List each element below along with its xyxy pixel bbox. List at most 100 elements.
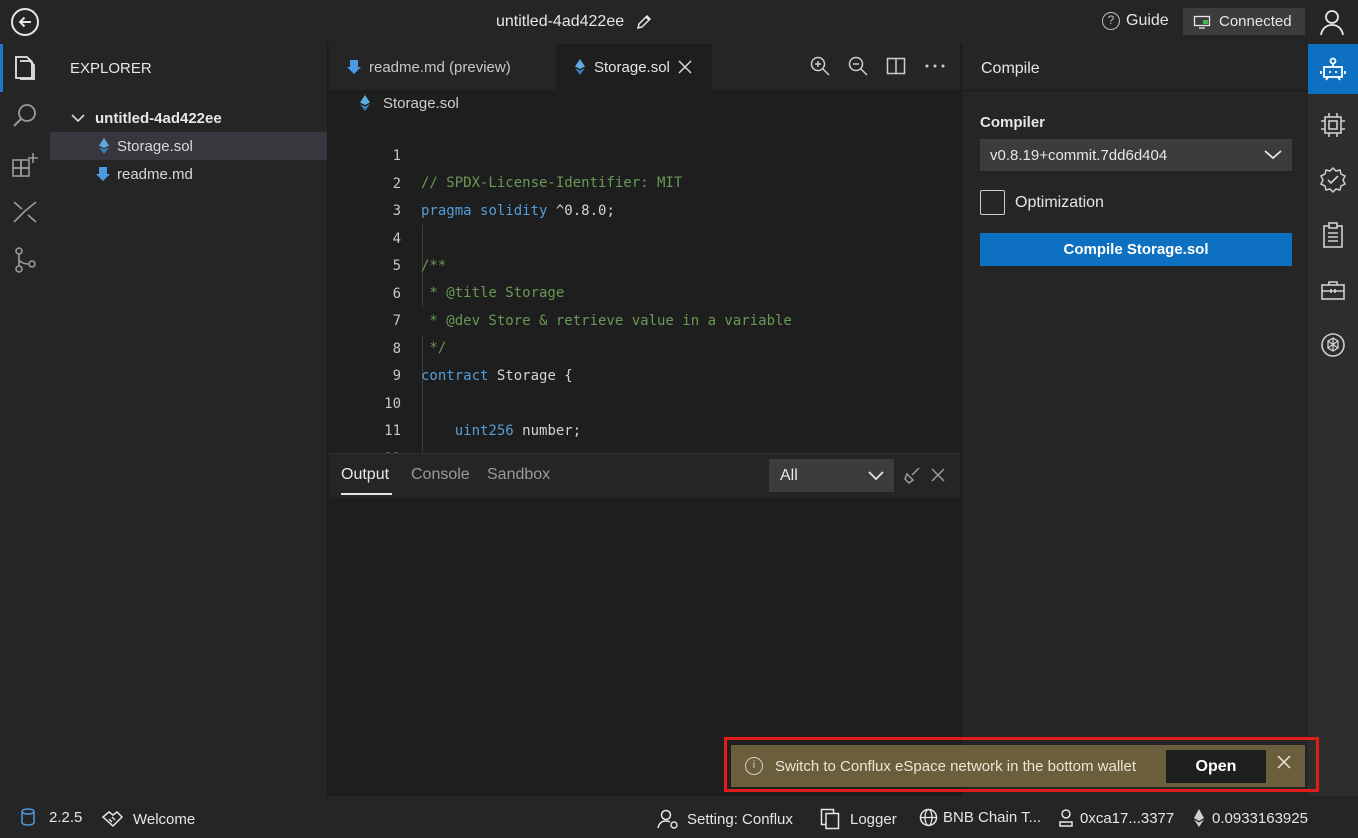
compile-tool[interactable] (1308, 44, 1358, 94)
solidity-file-icon (99, 138, 109, 154)
network-selector[interactable]: BNB Chain T... (919, 808, 1041, 827)
solidity-file-icon (575, 59, 585, 75)
guide-link[interactable]: ? Guide (1102, 12, 1169, 30)
extensions-activity[interactable] (0, 140, 50, 188)
logger-button[interactable]: Logger (820, 808, 897, 830)
account-label: 0xca17...3377 (1080, 809, 1175, 827)
toolbox-tool[interactable] (1308, 265, 1358, 315)
notification-message: Switch to Conflux eSpace network in the … (775, 758, 1137, 775)
handshake-icon (101, 811, 123, 828)
log-filter-select[interactable]: All (769, 459, 894, 492)
extensions-icon (12, 153, 38, 177)
project-folder[interactable]: untitled-4ad422ee (50, 104, 327, 132)
compiler-version-select[interactable]: v0.8.19+commit.7dd6d404 (980, 139, 1292, 171)
breadcrumb: Storage.sol (359, 94, 459, 112)
optimization-label: Optimization (1015, 194, 1104, 211)
chevron-down-icon (1264, 150, 1282, 160)
tab-readme-preview[interactable]: readme.md (preview) (329, 44, 556, 90)
file-item[interactable]: readme.md (50, 160, 327, 188)
deploy-tool[interactable] (1308, 100, 1358, 150)
activity-bar (0, 44, 50, 796)
compile-button[interactable]: Compile Storage.sol (980, 233, 1292, 266)
chip-icon (1321, 113, 1345, 137)
connection-label: Connected (1219, 13, 1292, 30)
code-line[interactable]: 2 pragma solidity ^0.8.0; (329, 144, 960, 219)
tab-storage-sol[interactable]: Storage.sol (556, 44, 712, 90)
divider (962, 90, 1309, 91)
optimization-checkbox[interactable] (980, 190, 1005, 215)
help-icon: ? (1102, 12, 1120, 30)
tab-label: Storage.sol (594, 58, 670, 76)
editor-toolbar (810, 56, 946, 76)
account-selector[interactable]: 0xca17...3377 (1057, 808, 1174, 828)
code-line[interactable]: 8 contract Storage { (329, 309, 960, 384)
monitor-icon (1193, 15, 1211, 29)
close-icon[interactable] (678, 60, 692, 74)
close-icon[interactable] (931, 468, 945, 482)
info-icon: i (745, 757, 763, 775)
solidity-file-icon (360, 95, 370, 111)
git-activity[interactable] (0, 236, 50, 284)
code-line[interactable]: 9 (329, 336, 960, 384)
explorer-activity[interactable] (0, 44, 50, 92)
tab-output[interactable]: Output (341, 466, 389, 484)
guide-label: Guide (1126, 12, 1169, 29)
git-icon (15, 247, 36, 273)
copy-icon (820, 808, 840, 830)
search-activity[interactable] (0, 92, 50, 140)
code-line[interactable]: 7 */ (329, 281, 960, 356)
title-bar: untitled-4ad422ee ? Guide Connected (0, 0, 1358, 44)
code-line[interactable]: 6 * @dev Store & retrieve value in a var… (329, 254, 960, 329)
code-line[interactable]: 3 (329, 171, 960, 219)
back-button[interactable] (11, 8, 39, 36)
deploy-activity[interactable] (0, 188, 50, 236)
setting-label: Setting: Conflux (687, 810, 793, 828)
welcome-link[interactable]: Welcome (101, 808, 195, 830)
clipboard-icon (1323, 222, 1343, 248)
code-line[interactable]: 5 * @title Storage (329, 226, 960, 301)
zoom-in-icon[interactable] (810, 56, 830, 76)
panel-header: Output Console Sandbox All (329, 454, 960, 497)
active-tab-underline (341, 493, 392, 495)
tab-console[interactable]: Console (411, 466, 470, 484)
editor-tabs: readme.md (preview) Storage.sol (329, 44, 960, 90)
globe-icon (919, 808, 938, 827)
open-button[interactable]: Open (1166, 750, 1266, 783)
panel-title: Compile (981, 60, 1040, 77)
explorer-panel: EXPLORER untitled-4ad422ee Storage.sol r… (50, 44, 328, 796)
balance-display: 0.0933163925 (1193, 808, 1308, 828)
database-icon (21, 808, 35, 826)
markdown-file-icon (96, 167, 110, 181)
split-editor-icon[interactable] (886, 56, 906, 76)
more-icon[interactable] (924, 56, 946, 76)
code-line[interactable]: 4 /** (329, 199, 960, 274)
verify-tool[interactable] (1308, 155, 1358, 205)
chevron-down-icon (71, 114, 85, 123)
close-icon[interactable] (1276, 754, 1292, 770)
connection-status-button[interactable]: Connected (1183, 8, 1305, 35)
pencil-icon[interactable] (635, 13, 653, 31)
clipboard-tool[interactable] (1308, 210, 1358, 260)
compiler-version-value: v0.8.19+commit.7dd6d404 (990, 146, 1168, 164)
file-label: Storage.sol (117, 137, 193, 155)
version-label: 2.2.5 (49, 808, 83, 826)
ai-tool[interactable] (1308, 320, 1358, 370)
network-setting[interactable]: Setting: Conflux (657, 808, 793, 830)
status-bar: 2.2.5 Welcome Setting: Conflux Logger BN… (0, 796, 1358, 838)
openai-icon (1321, 333, 1345, 357)
file-item[interactable]: Storage.sol (50, 132, 327, 160)
code-line[interactable]: 11 (329, 391, 960, 439)
files-icon (15, 56, 35, 80)
zoom-out-icon[interactable] (848, 56, 868, 76)
code-line[interactable]: 10 uint256 number; (329, 364, 960, 439)
balance-label: 0.0933163925 (1212, 809, 1308, 827)
arrow-left-icon (18, 16, 31, 28)
tab-sandbox[interactable]: Sandbox (487, 466, 550, 484)
code-line[interactable]: 12 /** (329, 419, 960, 494)
code-line[interactable]: 1 // SPDX-License-Identifier: MIT (329, 116, 960, 191)
user-button[interactable] (1318, 7, 1346, 37)
code-editor: readme.md (preview) Storage.sol Storage.… (329, 44, 960, 494)
user-settings-icon (657, 809, 678, 829)
version-indicator[interactable]: 2.2.5 (20, 808, 82, 826)
clear-icon[interactable] (903, 466, 921, 484)
